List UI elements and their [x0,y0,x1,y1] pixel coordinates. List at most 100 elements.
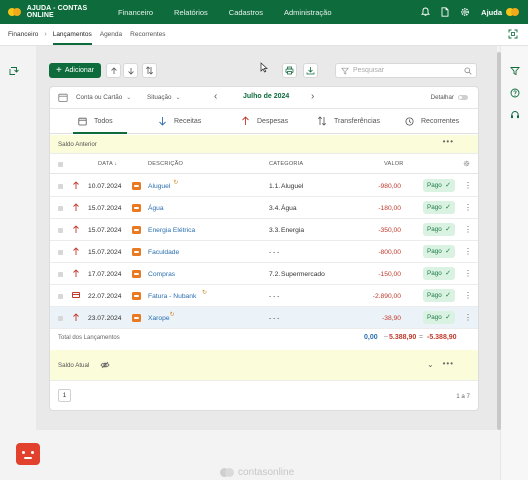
bell-icon[interactable] [415,0,435,24]
toggle-switch[interactable] [458,95,468,100]
table-row[interactable]: 22.07.2024 Fatura - Nubank ↻ - - - -2.890,00… [50,285,478,307]
tab-transferencias[interactable]: Transferências [317,109,380,133]
header-date[interactable]: DATA ↓ [98,161,117,167]
nubank-icon [132,248,141,256]
row-menu-icon[interactable]: ⋮ [464,291,472,300]
header-description[interactable]: DESCRIÇÃO [148,161,183,167]
document-icon[interactable] [435,0,455,24]
table-row[interactable]: 15.07.2024 Faculdade - - - -800,00 Pago ✓ ⋮ [50,241,478,263]
row-menu-icon[interactable]: ⋮ [464,313,472,322]
status-badge[interactable]: Pago ✓ [423,311,455,324]
search-input[interactable] [353,67,463,74]
page-button[interactable]: 1 [58,389,71,402]
status-badge[interactable]: Pago ✓ [423,201,455,214]
row-description[interactable]: Aluguel [148,183,170,190]
select-all-checkbox[interactable] [58,162,63,167]
row-description[interactable]: Energia Elétrica [148,227,195,234]
tab-todos[interactable]: Todos [73,109,127,134]
status-filter-label: Situação [147,94,172,101]
status-badge[interactable]: Pago ✓ [423,289,455,302]
avatar[interactable] [506,7,520,17]
row-description[interactable]: Xarope [148,315,170,322]
row-menu-icon[interactable]: ⋮ [464,247,472,256]
row-checkbox[interactable] [58,316,63,321]
row-value: -180,00 [378,205,401,212]
search-icon[interactable] [464,67,472,77]
status-badge[interactable]: Pago ✓ [423,223,455,236]
more-options-icon[interactable]: ••• [443,359,454,368]
row-description[interactable]: Água [148,205,164,212]
help-menu[interactable]: Ajuda [481,8,502,17]
table-row[interactable]: 10.07.2024 Aluguel ↻ 1.1. Aluguel -980,00 Pago… [50,175,478,197]
status-badge[interactable]: Pago ✓ [423,245,455,258]
expand-icon[interactable] [508,29,518,41]
swap-accounts-icon[interactable] [8,65,20,77]
breadcrumb-financeiro[interactable]: Financeiro [8,31,38,38]
status-filter[interactable]: Situação ⌄ [147,94,181,101]
tab-agenda[interactable]: Agenda [100,31,122,38]
tab-despesas[interactable]: Despesas [241,109,288,133]
header-category[interactable]: CATEGORIA [269,161,303,167]
row-checkbox[interactable] [58,294,63,299]
nav-financeiro[interactable]: Financeiro [118,8,153,17]
nubank-icon [132,204,141,212]
gear-icon[interactable] [463,160,470,169]
row-menu-icon[interactable]: ⋮ [464,269,472,278]
account-filter[interactable]: Conta ou Cartão ⌄ [76,94,131,101]
table-row[interactable]: 15.07.2024 Água 3.4. Água -180,00 Pago ✓ ⋮ [50,197,478,219]
calendar-icon[interactable] [58,93,68,104]
page-scrollbar[interactable] [497,52,501,430]
top-actions: Ajuda [415,0,528,24]
sort-down-button[interactable] [123,63,138,78]
arrow-up-icon [72,313,80,324]
row-description[interactable]: Fatura - Nubank [148,293,196,300]
tab-recorrentes-type[interactable]: Recorrentes [405,109,459,133]
row-menu-icon[interactable]: ⋮ [464,225,472,234]
row-checkbox[interactable] [58,228,63,233]
pagination-bar: 1 1 a 7 [50,383,478,411]
row-checkbox[interactable] [58,272,63,277]
transfer-icon [146,66,153,75]
table-row[interactable]: 17.07.2024 Compras 7.2. Supermercado -150,00… [50,263,478,285]
row-description[interactable]: Compras [148,271,175,278]
table-row[interactable]: 15.07.2024 Energia Elétrica 3.3. Energia -35… [50,219,478,241]
help-circle-icon[interactable] [509,87,521,99]
chatbot-icon[interactable] [16,443,40,465]
transfer-button[interactable] [142,63,157,78]
tab-recorrentes[interactable]: Recorrentes [130,31,165,38]
nav-cadastros[interactable]: Cadastros [229,8,263,17]
tab-lancamentos[interactable]: Lançamentos [52,31,92,45]
detail-toggle[interactable]: Detalhar [431,94,468,101]
table-row[interactable]: 23.07.2024 Xarope ↻ - - - -38,90 Pago ✓ ⋮ [50,307,478,329]
gear-icon[interactable] [455,0,475,24]
row-checkbox[interactable] [58,184,63,189]
support-headset-icon[interactable] [509,109,521,121]
row-menu-icon[interactable]: ⋮ [464,181,472,190]
current-month[interactable]: Julho de 2024 [243,93,289,100]
nav-administracao[interactable]: Administração [284,8,332,17]
eye-off-icon[interactable] [100,361,110,371]
row-category: Aluguel [281,183,304,190]
prev-month-button[interactable]: ‹ [214,91,217,102]
sort-up-button[interactable] [106,63,121,78]
chevron-down-icon[interactable]: ⌄ [427,360,434,369]
export-button[interactable] [303,63,318,78]
more-options-icon[interactable]: ••• [443,137,454,146]
add-button[interactable]: + Adicionar [49,63,101,78]
status-badge[interactable]: Pago ✓ [423,267,455,280]
filter-icon[interactable] [509,65,521,77]
row-menu-icon[interactable]: ⋮ [464,203,472,212]
print-button[interactable] [282,63,297,78]
app-logo[interactable]: AJUDA - CONTAS ONLINE [8,5,108,19]
nav-relatorios[interactable]: Relatórios [174,8,208,17]
row-category: - - - [269,249,280,256]
header-value[interactable]: VALOR [384,161,404,167]
row-checkbox[interactable] [58,250,63,255]
current-balance-row: Saldo Atual ⌄ ••• [50,350,478,381]
next-month-button[interactable]: › [311,91,314,102]
row-description[interactable]: Faculdade [148,249,179,256]
breadcrumb-separator-icon: › [44,31,47,38]
tab-receitas[interactable]: Receitas [158,109,201,133]
row-checkbox[interactable] [58,206,63,211]
status-badge[interactable]: Pago ✓ [423,179,455,192]
